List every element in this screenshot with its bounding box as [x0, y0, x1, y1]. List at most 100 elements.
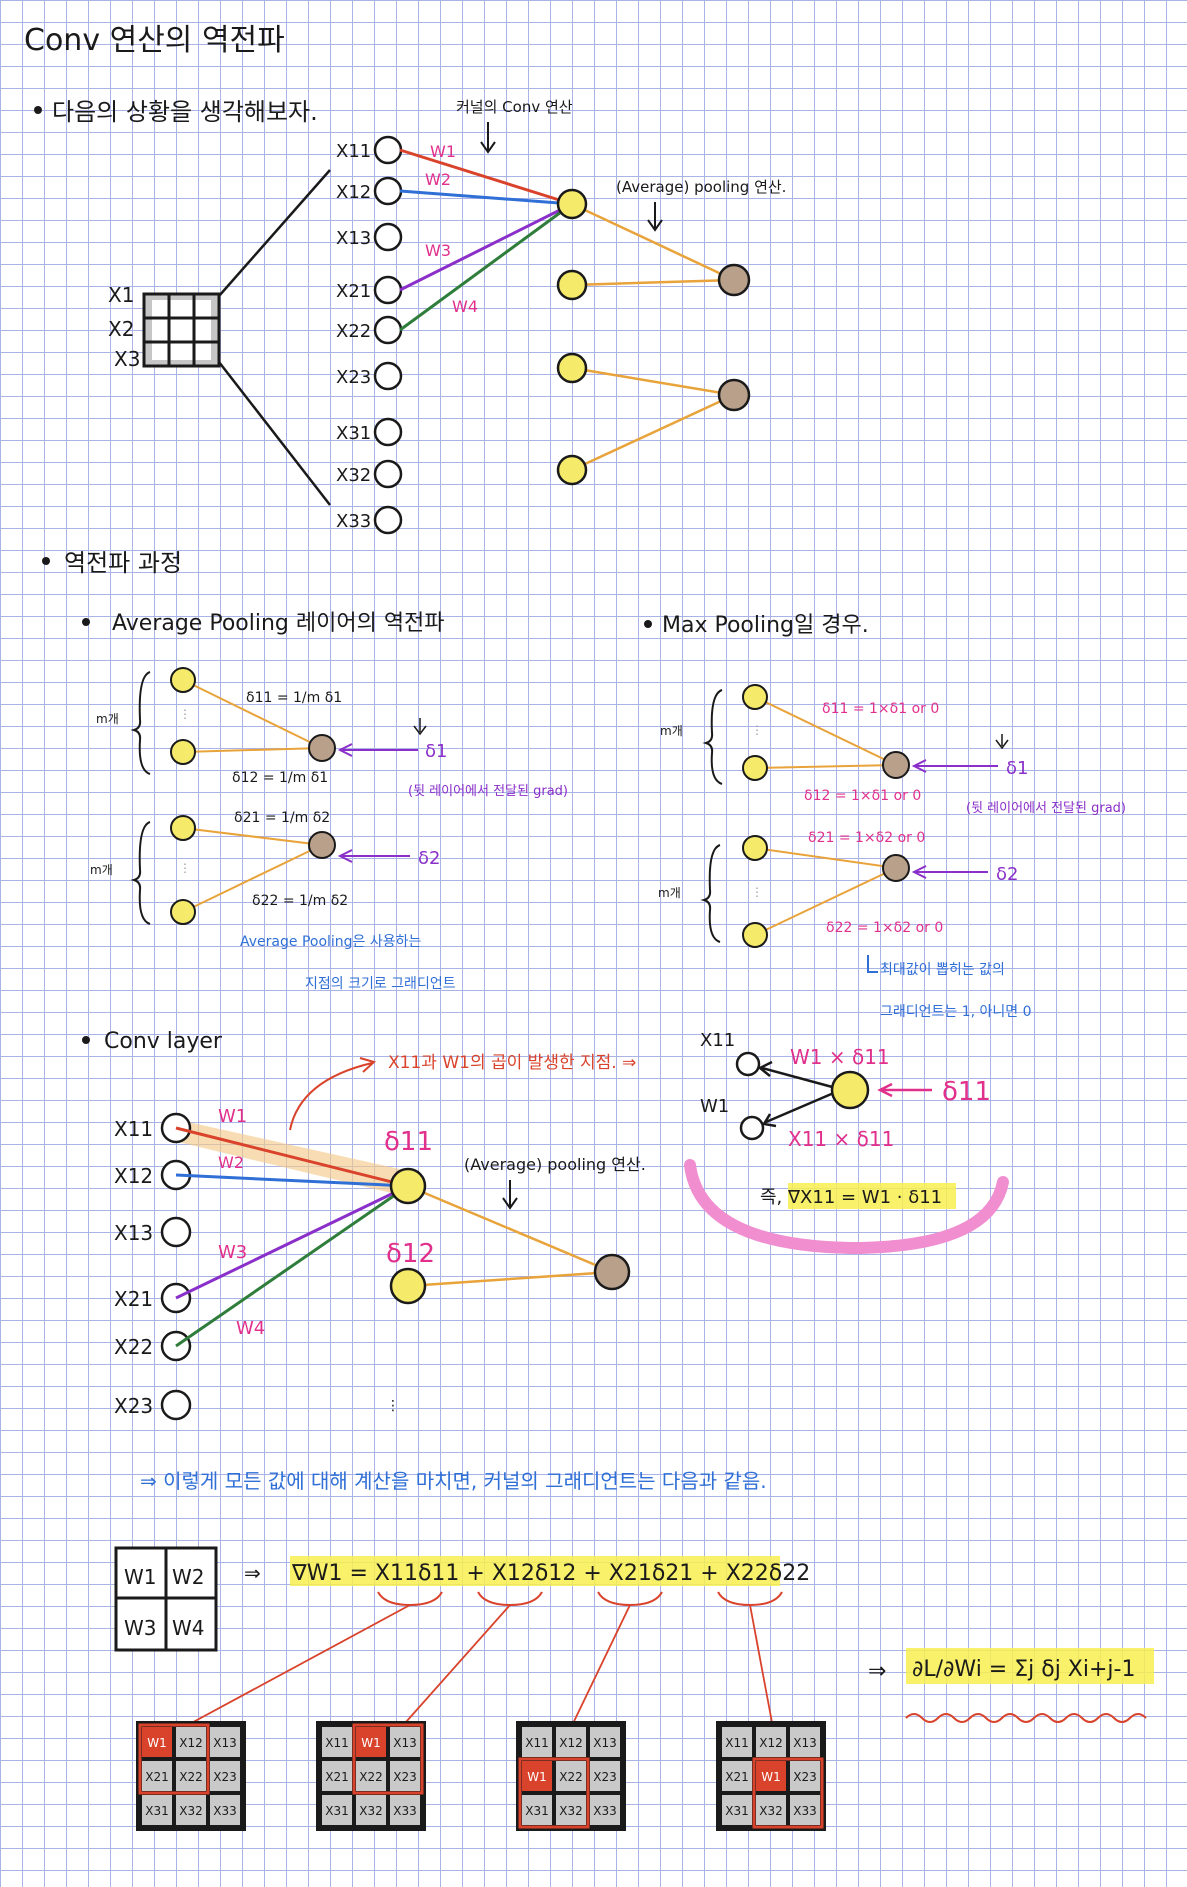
svg-text:⋮: ⋮	[179, 861, 191, 875]
position-grids: W1 X12 X13 X21 X22 X23 X31 X32 X33 X11 W1 X13 X21 X22…	[136, 1721, 826, 1831]
svg-text:최대값이 뽑히는 값의: 최대값이 뽑히는 값의	[880, 962, 1005, 978]
grid-cell-label: W1	[761, 1770, 781, 1784]
svg-text:W1 × δ11: W1 × δ11	[790, 1045, 890, 1069]
svg-text:X11 × δ11: X11 × δ11	[788, 1127, 894, 1151]
grid-cell-label: X33	[213, 1804, 237, 1818]
connector-lines	[159, 1604, 786, 1793]
grid-cell-label: X32	[759, 1804, 783, 1818]
grid-cell-label: X23	[593, 1770, 617, 1784]
grid-cell-label: X12	[179, 1736, 203, 1750]
weight-label-w1: W1	[430, 142, 456, 161]
svg-text:δ11: δ11	[942, 1077, 991, 1107]
input-node-label: X31	[336, 423, 371, 444]
input-node-label: X22	[336, 321, 371, 342]
grid-cell-label: X31	[725, 1804, 749, 1818]
grid-cell-label: X32	[179, 1804, 203, 1818]
grid-cell-label: X11	[725, 1736, 749, 1750]
input-node-label: X11	[336, 141, 371, 162]
conv-diagram: X11 X12 X13 X21 X22 X23 W1 W2 W3 W4 δ11 δ12 (…	[114, 1106, 646, 1421]
svg-text:m개: m개	[660, 724, 683, 738]
conv-annotation: X11과 W1의 곱이 발생한 지점. ⇒	[388, 1053, 636, 1073]
conv-bullet: Conv layer	[104, 1029, 223, 1054]
weight-line-w2	[399, 189, 573, 206]
input-node-label: X32	[336, 465, 371, 486]
svg-text:δ12 = 1×δ1 or 0: δ12 = 1×δ1 or 0	[804, 788, 921, 804]
svg-text:W1: W1	[700, 1096, 729, 1117]
kernel-note: 커널의 Conv 연산	[456, 98, 573, 116]
grid-cell-label: X21	[325, 1770, 349, 1784]
input-node-label: X33	[336, 511, 371, 532]
bullet-dot	[644, 620, 652, 628]
input-node-label: X23	[336, 367, 371, 388]
svg-text:δ1: δ1	[425, 741, 447, 762]
grid-cell-label: X12	[559, 1736, 583, 1750]
notes-canvas: Conv 연산의 역전파 다음의 상황을 생각해보자. 커널의 Conv 연산 …	[24, 23, 1154, 1831]
grid-cell-label: X33	[793, 1804, 817, 1818]
input-node	[373, 505, 403, 535]
svg-text:즉, ∇X11 = W1 · δ11: 즉, ∇X11 = W1 · δ11	[760, 1187, 942, 1208]
grid-cell-label: X13	[793, 1736, 817, 1750]
weight-label-w4: W4	[452, 297, 478, 316]
svg-text:W4: W4	[172, 1616, 205, 1640]
pool-lines	[571, 202, 735, 472]
grid-cell-label: W1	[527, 1770, 547, 1784]
weight-label-w3: W3	[425, 241, 451, 260]
implies-arrow: ⇒	[244, 1561, 261, 1585]
section1-bullet: 다음의 상황을 생각해보자.	[52, 98, 318, 126]
svg-text:m개: m개	[96, 712, 119, 726]
input-node	[373, 176, 403, 206]
final-formula: ∂L/∂Wi = Σj δj Xi+j-1	[912, 1657, 1135, 1682]
input-node	[373, 417, 403, 447]
conv-node-label: X11	[114, 1117, 153, 1141]
final-underline	[905, 1713, 1147, 1723]
input-grid	[142, 292, 221, 368]
weight-label-w2: W2	[425, 170, 451, 189]
grid-cell-label: X23	[213, 1770, 237, 1784]
bullet-dot	[82, 1036, 90, 1044]
grid-cell-label: X32	[559, 1804, 583, 1818]
expand-lines	[218, 169, 331, 506]
bullet-dot	[34, 106, 42, 114]
svg-text:δ21 = 1/m δ2: δ21 = 1/m δ2	[234, 810, 330, 826]
page-title: Conv 연산의 역전파	[24, 23, 285, 58]
grid-cell-label: X13	[593, 1736, 617, 1750]
pool-note: (Average) pooling 연산.	[616, 178, 786, 196]
input-node-label: X13	[336, 228, 371, 249]
kernel-matrix: W1 W2 W3 W4	[114, 1546, 218, 1652]
grid-cell-label: X31	[525, 1804, 549, 1818]
grid-cell-label: X32	[359, 1804, 383, 1818]
grid-cell-label: X33	[393, 1804, 417, 1818]
weight-line-w4	[399, 202, 573, 332]
conv-node	[160, 1389, 192, 1421]
svg-text:X3: X3	[114, 347, 140, 371]
svg-text:X11: X11	[700, 1030, 735, 1051]
svg-text:δ22 = 1/m δ2: δ22 = 1/m δ2	[252, 893, 348, 909]
grid-cell-label: X22	[179, 1770, 203, 1784]
svg-text:W1: W1	[124, 1565, 157, 1589]
input-node	[373, 275, 403, 305]
implies-arrow: ⇒	[868, 1659, 886, 1684]
svg-text:m개: m개	[658, 886, 681, 900]
svg-text:X1: X1	[108, 283, 134, 307]
svg-text:δ2: δ2	[418, 848, 440, 869]
svg-text:⋮: ⋮	[179, 707, 191, 721]
grid-cell-label: W1	[361, 1736, 381, 1750]
svg-text:W2: W2	[218, 1153, 244, 1172]
svg-text:W3: W3	[124, 1616, 157, 1640]
mini-backprop: X11 W1 δ11 W1 × δ11 X11 × δ11 즉, ∇X11 = …	[684, 1030, 1009, 1255]
pool-note-arrow	[647, 202, 663, 232]
conv-node-label: X21	[114, 1287, 153, 1311]
input-row-labels: X1 X2 X3	[108, 283, 140, 371]
max-bullet: Max Pooling일 경우.	[662, 613, 869, 638]
grid-cell-label: X13	[213, 1736, 237, 1750]
grid-cell-label: W1	[147, 1736, 167, 1750]
svg-text:W2: W2	[172, 1565, 205, 1589]
conv-node-label: X12	[114, 1164, 153, 1188]
conv-node-label: X22	[114, 1335, 153, 1359]
input-node-label: X21	[336, 281, 371, 302]
grid-cell-label: X12	[759, 1736, 783, 1750]
svg-text:⋮: ⋮	[386, 1398, 400, 1414]
svg-text:δ12: δ12	[386, 1239, 435, 1269]
pooled-nodes	[717, 263, 751, 412]
grid-cell-label: X11	[525, 1736, 549, 1750]
